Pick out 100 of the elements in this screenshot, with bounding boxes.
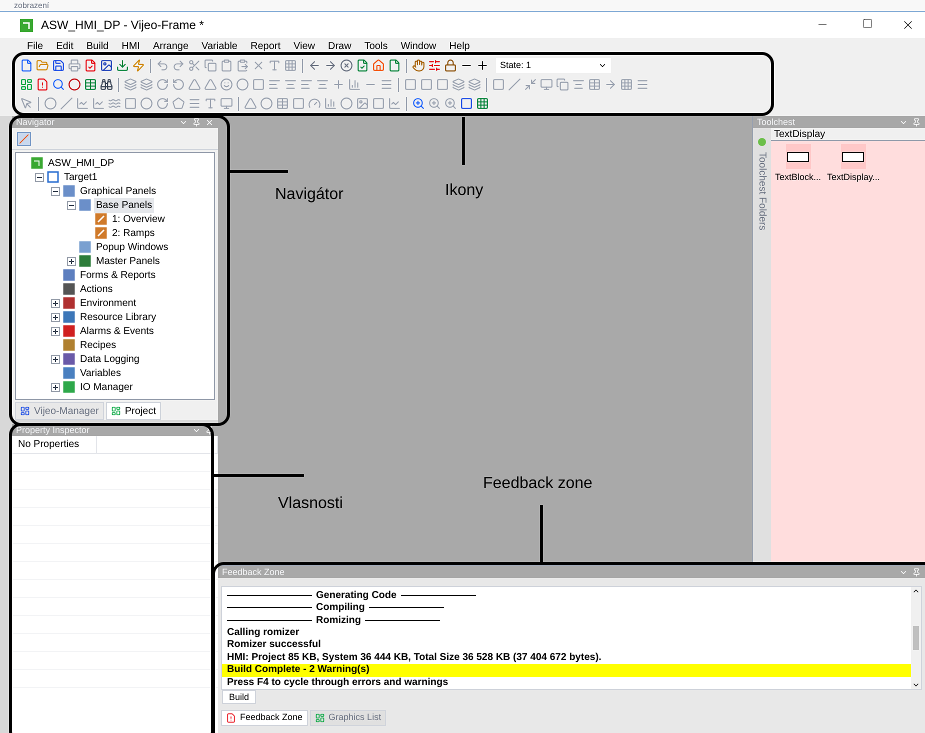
menu-item[interactable]: Build (86, 38, 109, 54)
tree-item-icon (79, 241, 91, 253)
tree-item[interactable]: IO Manager (78, 380, 135, 394)
menu-item[interactable]: Help (449, 38, 470, 54)
menu-item[interactable]: View (294, 38, 315, 54)
collapse-icon[interactable] (67, 200, 76, 210)
annotation-label: Feedback zone (483, 474, 592, 494)
tree-item[interactable]: Environment (78, 296, 138, 310)
tree-item-icon (95, 227, 107, 239)
scrollbar-thumb[interactable] (913, 626, 919, 650)
expand-icon[interactable] (51, 382, 60, 392)
collapse-icon[interactable] (51, 186, 60, 196)
toolbar-icon[interactable] (476, 59, 489, 72)
expand-icon[interactable] (51, 312, 60, 322)
log-line: HMI: Project 85 KB, System 36 444 KB, Total Size 36 528 KB (37 404 672 bytes). (227, 652, 602, 664)
toolbar-icon[interactable] (460, 97, 473, 110)
panel-title: Toolchest (757, 116, 796, 128)
toolchest-item[interactable]: TextDisplay... (827, 171, 880, 184)
category-combo[interactable]: TextDisplay (771, 128, 925, 141)
log-heading: Romizing (316, 614, 361, 628)
expand-icon[interactable] (51, 298, 60, 308)
toolbar-icon[interactable] (100, 59, 113, 72)
menu-item[interactable]: Window (400, 38, 436, 54)
tree-item[interactable]: Resource Library (78, 310, 158, 324)
annotation-label: Navigátor (275, 185, 344, 205)
menu-item[interactable]: Arrange (152, 38, 189, 54)
tree-item[interactable]: Base Panels (94, 198, 154, 212)
close-icon[interactable] (205, 118, 214, 126)
panel-tab[interactable]: Vijeo-Manager (15, 402, 104, 420)
window-title: ASW_HMI_DP - Vijeo-Frame * (41, 17, 204, 34)
panel-tab[interactable]: Graphics List (310, 710, 386, 726)
tree-item-icon (63, 311, 75, 323)
tree-item-icon (63, 297, 75, 309)
tree-item[interactable]: Master Panels (94, 254, 162, 268)
tree-item[interactable]: Actions (78, 282, 115, 296)
scrollbar[interactable] (911, 587, 921, 689)
folders-tab[interactable]: Toolchest Folders (754, 152, 770, 230)
tree-item[interactable]: Graphical Panels (78, 184, 158, 198)
tree-item[interactable]: Target1 (62, 170, 100, 184)
toolbar-icon[interactable] (52, 59, 65, 72)
tree-item-icon (63, 381, 75, 393)
tree-item-icon (47, 171, 59, 183)
toolbar-icon[interactable] (444, 59, 457, 72)
tab-icon (110, 406, 121, 416)
edit-icon[interactable] (17, 132, 31, 146)
tree-item-icon (63, 283, 75, 295)
annotation-label: Ikony (445, 181, 484, 201)
tree-item[interactable]: ASW_HMI_DP (46, 156, 116, 170)
background-caption: zobrazení (14, 1, 50, 10)
app-icon (20, 18, 33, 32)
widget-preview-icon[interactable] (840, 144, 866, 169)
annotation-label: Vlasnosti (278, 494, 343, 514)
panel-tab[interactable]: Project (106, 402, 161, 420)
panel-title: Property Inspector (16, 424, 90, 436)
dropdown-icon[interactable] (598, 61, 607, 70)
panel-title: Navigator (16, 116, 55, 128)
tree-item-icon (63, 353, 75, 365)
menu-item[interactable]: Edit (56, 38, 74, 54)
tree-item-icon (79, 199, 91, 211)
state-combo[interactable]: State: 1 (496, 58, 611, 73)
menu-item[interactable]: HMI (122, 38, 140, 54)
menu-item[interactable]: File (27, 38, 44, 54)
output-tab[interactable]: Build (222, 690, 256, 704)
menu-item[interactable]: Draw (328, 38, 352, 54)
expand-icon[interactable] (51, 354, 60, 364)
tab-icon (314, 713, 325, 723)
menu-item[interactable]: Variable (202, 38, 238, 54)
pin-icon[interactable] (192, 118, 201, 126)
pin-icon[interactable] (205, 426, 214, 434)
tree-item-icon (95, 213, 107, 225)
tab-icon (226, 713, 236, 723)
collapse-icon[interactable] (35, 172, 44, 182)
annotation-line (230, 170, 288, 173)
tree-item-icon (63, 185, 75, 197)
tree-item[interactable]: Alarms & Events (78, 324, 156, 338)
scroll-down-icon[interactable] (912, 681, 920, 689)
tree-item[interactable]: Variables (78, 366, 123, 380)
tree-item-icon (31, 157, 43, 169)
tree-item-icon (63, 367, 75, 379)
panel-title: Feedback Zone (222, 566, 285, 578)
toolbar-icon[interactable] (100, 78, 113, 91)
log-line: Romizer successful (227, 639, 322, 652)
log-heading: Generating Code (316, 588, 397, 602)
tree-item[interactable]: Popup Windows (94, 240, 170, 254)
tree-item[interactable]: 1: Overview (110, 212, 167, 226)
log-line: Calling romizer (227, 626, 300, 639)
tree-item[interactable]: Recipes (78, 338, 118, 352)
menu-item[interactable]: Report (250, 38, 280, 54)
widget-preview-icon[interactable] (786, 144, 810, 169)
tree-item-icon (79, 255, 91, 267)
panel-tab[interactable]: Feedback Zone (221, 710, 308, 726)
tree-item[interactable]: 2: Ramps (110, 226, 157, 240)
tree-item-icon (63, 339, 75, 351)
menu-item[interactable]: Tools (364, 38, 388, 54)
expand-icon[interactable] (67, 256, 76, 266)
tree-item[interactable]: Forms & Reports (78, 268, 158, 282)
tree-item[interactable]: Data Logging (78, 352, 142, 366)
toolchest-item[interactable]: TextBlock... (775, 171, 822, 184)
scroll-up-icon[interactable] (912, 587, 920, 595)
expand-icon[interactable] (51, 326, 60, 336)
